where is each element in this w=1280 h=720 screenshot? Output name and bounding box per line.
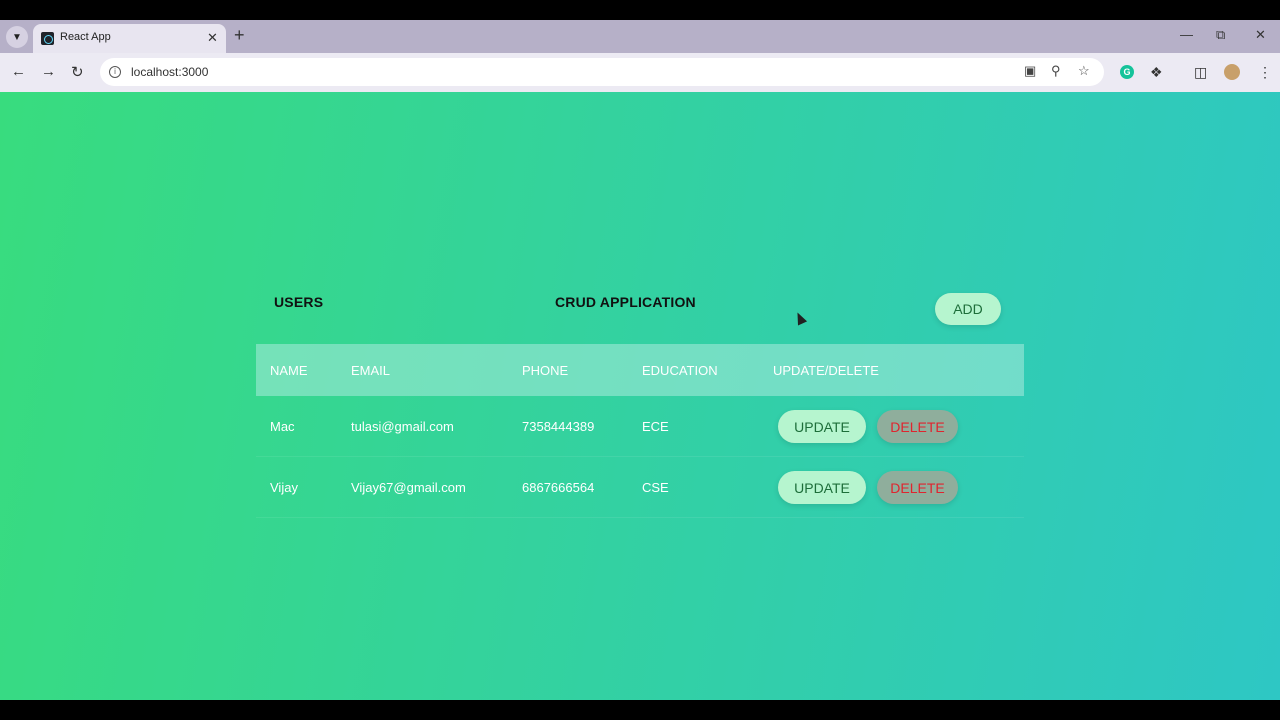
avatar[interactable] [1224, 64, 1240, 80]
cell-phone: 7358444389 [522, 419, 595, 434]
update-button[interactable]: UPDATE [778, 410, 866, 443]
cell-email: tulasi@gmail.com [351, 419, 454, 434]
side-panel-icon[interactable]: ◫ [1194, 64, 1207, 81]
users-table: NAME EMAIL PHONE EDUCATION UPDATE/DELETE… [256, 344, 1024, 518]
browser-toolbar: ← → ↻ i localhost:3000 ▣ ⚲ ☆ G ❖ ◫ ⋮ [0, 53, 1280, 92]
cell-name: Mac [270, 419, 295, 434]
letterbox-top [0, 0, 1280, 20]
cell-education: CSE [642, 480, 669, 495]
table-row: Mac tulasi@gmail.com 7358444389 ECE UPDA… [256, 396, 1024, 457]
plus-icon[interactable]: + [234, 25, 245, 46]
letterbox-bottom [0, 700, 1280, 720]
window-close-icon[interactable]: ✕ [1255, 27, 1266, 43]
cell-phone: 6867666564 [522, 480, 595, 495]
react-icon [41, 32, 54, 45]
restore-icon[interactable]: ⧉ [1216, 27, 1225, 43]
puzzle-icon[interactable]: ❖ [1150, 64, 1163, 81]
cell-education: ECE [642, 419, 669, 434]
grammarly-icon[interactable]: G [1120, 65, 1134, 79]
address-bar[interactable]: i localhost:3000 ▣ ⚲ ☆ [100, 58, 1104, 86]
reload-icon[interactable]: ↻ [71, 63, 84, 81]
users-heading: USERS [274, 294, 324, 310]
url-text[interactable]: localhost:3000 [131, 65, 208, 79]
arrow-left-icon[interactable]: ← [11, 63, 26, 80]
column-header-phone: PHONE [522, 363, 569, 378]
column-header-actions: UPDATE/DELETE [773, 363, 879, 378]
chevron-down-icon[interactable]: ▼ [6, 26, 28, 48]
tab-title: React App [60, 31, 111, 43]
table-row: Vijay Vijay67@gmail.com 6867666564 CSE U… [256, 457, 1024, 518]
close-icon[interactable]: ✕ [207, 30, 218, 46]
delete-button[interactable]: DELETE [877, 410, 958, 443]
table-header: NAME EMAIL PHONE EDUCATION UPDATE/DELETE [256, 344, 1024, 396]
install-icon[interactable]: ▣ [1024, 63, 1036, 79]
star-icon[interactable]: ☆ [1078, 63, 1090, 79]
minimize-icon[interactable]: — [1180, 27, 1193, 42]
cell-email: Vijay67@gmail.com [351, 480, 466, 495]
column-header-email: EMAIL [351, 363, 391, 378]
add-user-button[interactable]: ADD [935, 293, 1001, 325]
page-title: CRUD APPLICATION [555, 294, 696, 310]
column-header-name: NAME [270, 363, 308, 378]
delete-button[interactable]: DELETE [877, 471, 958, 504]
kebab-menu-icon[interactable]: ⋮ [1258, 64, 1272, 81]
arrow-right-icon[interactable]: → [41, 63, 56, 80]
column-header-education: EDUCATION [642, 363, 718, 378]
info-icon[interactable]: i [109, 66, 121, 78]
mouse-cursor-icon [792, 310, 808, 326]
tab-strip: ▼ React App ✕ + — ⧉ ✕ [0, 20, 1280, 53]
browser-tab[interactable]: React App ✕ [33, 24, 226, 53]
zoom-icon[interactable]: ⚲ [1051, 63, 1061, 79]
cell-name: Vijay [270, 480, 298, 495]
update-button[interactable]: UPDATE [778, 471, 866, 504]
page-viewport: USERS CRUD APPLICATION ADD NAME EMAIL PH… [0, 92, 1280, 700]
